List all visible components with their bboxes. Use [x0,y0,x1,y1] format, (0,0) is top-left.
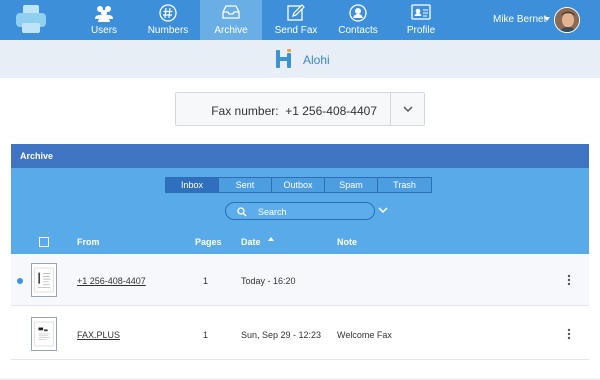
nav-send-fax[interactable]: Send Fax [266,0,326,40]
avatar-image [555,8,579,32]
row-date: Today - 16:20 [241,276,296,286]
top-navigation-bar: Users Numbers Archive Send Fax Contacts [0,0,600,40]
avatar[interactable] [554,7,580,33]
chevron-down-icon[interactable] [403,106,413,113]
nav-archive-label: Archive [214,25,248,36]
tab-spam[interactable]: Spam [325,178,378,192]
users-icon [95,6,113,22]
archive-filter-bar: Inbox Sent Outbox Spam Trash Search [11,168,589,230]
app-logo-icon[interactable] [14,5,48,35]
hash-icon [159,4,177,22]
id-card-icon [411,4,431,20]
search-icon [237,207,247,217]
nav-archive[interactable]: Archive [200,0,262,40]
table-row[interactable]: FAX.PLUS 1 Sun, Sep 29 - 12:23 Welcome F… [11,308,589,360]
column-from[interactable]: From [77,237,100,247]
row-note: Welcome Fax [337,330,392,340]
contact-icon [349,4,367,22]
table-header: From Pages Date Note [11,230,589,254]
brand-bar: Alohi [0,40,600,78]
nav-contacts-label: Contacts [338,25,378,36]
search-placeholder: Search [258,207,287,217]
caret-down-icon [544,17,550,21]
folder-tabs: Inbox Sent Outbox Spam Trash [165,177,432,193]
nav-contacts[interactable]: Contacts [328,0,388,40]
compose-icon [287,4,305,21]
nav-profile-label: Profile [406,25,436,36]
tab-outbox[interactable]: Outbox [272,178,325,192]
nav-send-fax-label: Send Fax [274,25,318,36]
search-input[interactable]: Search [225,202,375,220]
brand-name: Alohi [303,53,330,67]
select-all-checkbox[interactable] [39,237,49,247]
fax-number-text: Fax number: +1 256-408-4407 [211,104,377,118]
tab-sent[interactable]: Sent [219,178,272,192]
unread-indicator [17,278,23,284]
user-menu[interactable]: Mike Bernet [478,0,600,40]
sort-ascending-icon [268,237,274,241]
alohi-logo-icon [276,49,291,68]
row-from[interactable]: +1 256-408-4407 [77,276,146,286]
nav-users[interactable]: Users [74,0,134,40]
tab-inbox[interactable]: Inbox [166,178,219,192]
fax-thumbnail[interactable] [31,263,57,297]
nav-numbers[interactable]: Numbers [138,0,198,40]
row-pages: 1 [203,330,209,340]
row-pages: 1 [203,276,209,286]
column-pages[interactable]: Pages [195,237,222,247]
more-options-icon[interactable] [567,274,571,286]
table-row[interactable]: +1 256-408-4407 1 Today - 16:20 [11,254,589,306]
column-note[interactable]: Note [337,237,357,247]
fax-number-selector[interactable]: Fax number: +1 256-408-4407 [175,92,425,126]
nav-numbers-label: Numbers [147,25,189,36]
inbox-tray-icon [222,5,240,19]
nav-profile[interactable]: Profile [392,0,450,40]
column-date[interactable]: Date [241,237,261,247]
advanced-search-chevron-icon[interactable] [378,207,388,214]
archive-panel-title: Archive [11,144,589,168]
selector-divider [390,93,391,125]
nav-users-label: Users [90,25,118,36]
row-date: Sun, Sep 29 - 12:23 [241,330,322,340]
user-name: Mike Bernet [493,14,547,25]
fax-thumbnail[interactable] [31,317,57,351]
more-options-icon[interactable] [567,328,571,340]
tab-trash[interactable]: Trash [378,178,431,192]
row-from[interactable]: FAX.PLUS [77,330,120,340]
